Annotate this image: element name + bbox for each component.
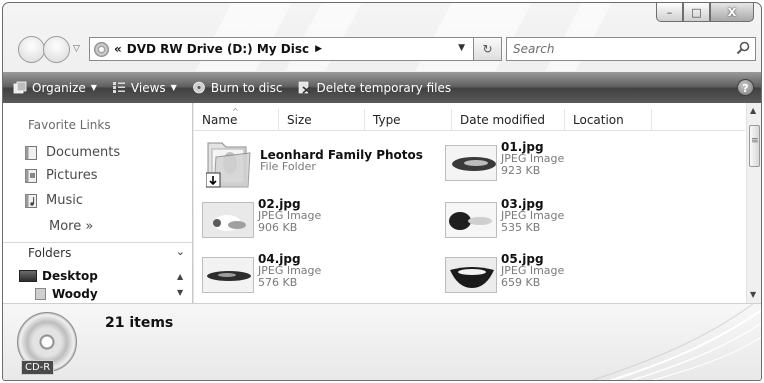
tree-label: Desktop [42, 269, 98, 283]
delete-files-icon [299, 81, 311, 94]
views-label: Views [130, 80, 166, 95]
image-thumbnail [445, 257, 497, 293]
list-item[interactable]: 05.jpg JPEG Image 659 KB [445, 253, 685, 297]
search-icon[interactable] [736, 41, 750, 55]
refresh-icon: ↻ [482, 42, 493, 56]
delete-temp-label: Delete temporary files [316, 80, 452, 95]
chevron-down-icon: ▼ [170, 83, 177, 92]
user-folder-icon [35, 288, 46, 300]
breadcrumb-overflow-chevron[interactable]: « [114, 42, 122, 56]
favorite-label: Pictures [46, 168, 98, 183]
scroll-down-icon[interactable]: ▼ [177, 288, 183, 297]
documents-icon [25, 145, 37, 160]
favorite-label: Documents [46, 145, 121, 160]
burn-label: Burn to disc [210, 80, 283, 95]
favorite-music[interactable]: Music [25, 193, 83, 208]
list-item[interactable]: 04.jpg JPEG Image 576 KB [202, 253, 442, 297]
address-dropdown-icon[interactable]: ▼ [458, 43, 465, 53]
details-pane: CD-R 21 items [3, 303, 761, 380]
file-size: 576 KB [258, 276, 298, 289]
cd-drive-icon [94, 41, 109, 57]
search-placeholder: Search [513, 42, 555, 56]
more-links[interactable]: More » [49, 219, 93, 234]
minimize-button[interactable]: – [656, 3, 683, 22]
file-size: 923 KB [501, 164, 541, 177]
column-date-modified[interactable]: Date modified [452, 109, 565, 131]
views-icon [112, 82, 125, 93]
breadcrumb-arrow-icon[interactable]: ▶ [315, 44, 322, 54]
column-size[interactable]: Size [279, 109, 365, 131]
burn-disc-icon [193, 81, 205, 94]
burn-to-disc-button[interactable]: Burn to disc [192, 80, 283, 95]
item-count: 21 items [105, 315, 174, 331]
list-item[interactable]: Leonhard Family Photos File Folder [202, 137, 432, 193]
views-button[interactable]: Views ▼ [112, 81, 177, 95]
organize-button[interactable]: Organize ▼ [13, 81, 97, 95]
image-thumbnail [202, 257, 254, 293]
list-item[interactable]: 03.jpg JPEG Image 535 KB [445, 198, 685, 242]
music-icon [25, 193, 37, 208]
explorer-window: – □ X ▽ « DVD RW Drive (D:) My Disc ▶ ▼ … [2, 2, 762, 381]
folders-toggle[interactable]: Folders ⌄ [3, 242, 193, 262]
list-item[interactable]: 01.jpg JPEG Image 923 KB [445, 141, 685, 185]
close-button[interactable]: X [710, 3, 754, 22]
organize-label: Organize [32, 80, 86, 95]
back-button[interactable] [18, 36, 45, 63]
scroll-down-icon[interactable]: ▼ [750, 290, 756, 299]
list-item[interactable]: 02.jpg JPEG Image 906 KB [202, 198, 442, 242]
help-icon[interactable]: ? [737, 79, 754, 96]
file-size: 906 KB [258, 221, 298, 234]
tree-item-desktop[interactable]: Desktop [19, 269, 98, 283]
scroll-thumb[interactable] [749, 125, 760, 167]
desktop-icon [19, 270, 37, 282]
favorite-documents[interactable]: Documents [25, 145, 120, 160]
sort-ascending-icon: ^ [232, 107, 239, 116]
tree-item-woody[interactable]: Woody [35, 287, 98, 301]
scroll-up-icon[interactable]: ▲ [177, 272, 183, 281]
recent-pages-dropdown-icon[interactable]: ▽ [73, 44, 80, 54]
chevron-down-icon: ▼ [90, 83, 97, 92]
refresh-button[interactable]: ↻ [474, 37, 502, 61]
address-bar[interactable]: « DVD RW Drive (D:) My Disc ▶ ▼ [89, 37, 474, 61]
forward-button[interactable] [43, 36, 70, 63]
folders-scrollbar[interactable]: ▲ ▼ [175, 264, 189, 302]
caption-buttons: – □ X [656, 3, 754, 22]
image-thumbnail [445, 145, 497, 181]
folder-icon [206, 142, 251, 188]
chevron-down-icon: ⌄ [175, 245, 185, 258]
scroll-up-icon[interactable]: ▲ [750, 106, 756, 115]
favorite-pictures[interactable]: Pictures [25, 168, 97, 183]
breadcrumb-path[interactable]: DVD RW Drive (D:) My Disc [127, 42, 309, 56]
image-thumbnail [202, 202, 254, 238]
command-bar: Organize ▼ Views ▼ Burn to disc Delete t… [3, 72, 761, 103]
file-size: 659 KB [501, 276, 541, 289]
column-name[interactable]: ^ Name [194, 107, 279, 131]
organize-icon [13, 81, 27, 94]
image-thumbnail [445, 202, 497, 238]
tree-label: Woody [52, 287, 98, 301]
search-input[interactable]: Search [506, 37, 756, 61]
decorative-swoosh [592, 304, 761, 380]
file-type: File Folder [260, 160, 316, 173]
maximize-button[interactable]: □ [683, 3, 710, 22]
favorite-label: Music [46, 193, 83, 208]
delete-temporary-files-button[interactable]: Delete temporary files [297, 81, 451, 95]
navigation-pane: Favorite Links Documents Pictures Music [3, 103, 193, 303]
file-list-scrollbar[interactable]: ▲ ▼ [746, 103, 761, 303]
column-type[interactable]: Type [365, 109, 452, 131]
column-location[interactable]: Location [565, 109, 652, 131]
file-list: ^ Name Size Type Date modified Location … [194, 103, 761, 303]
folders-label: Folders [28, 245, 72, 260]
pictures-icon [25, 168, 37, 183]
file-size: 535 KB [501, 221, 541, 234]
disc-type-label: CD-R [21, 360, 55, 375]
column-headers: ^ Name Size Type Date modified Location [194, 107, 745, 131]
favorite-links-heading: Favorite Links [28, 118, 111, 132]
